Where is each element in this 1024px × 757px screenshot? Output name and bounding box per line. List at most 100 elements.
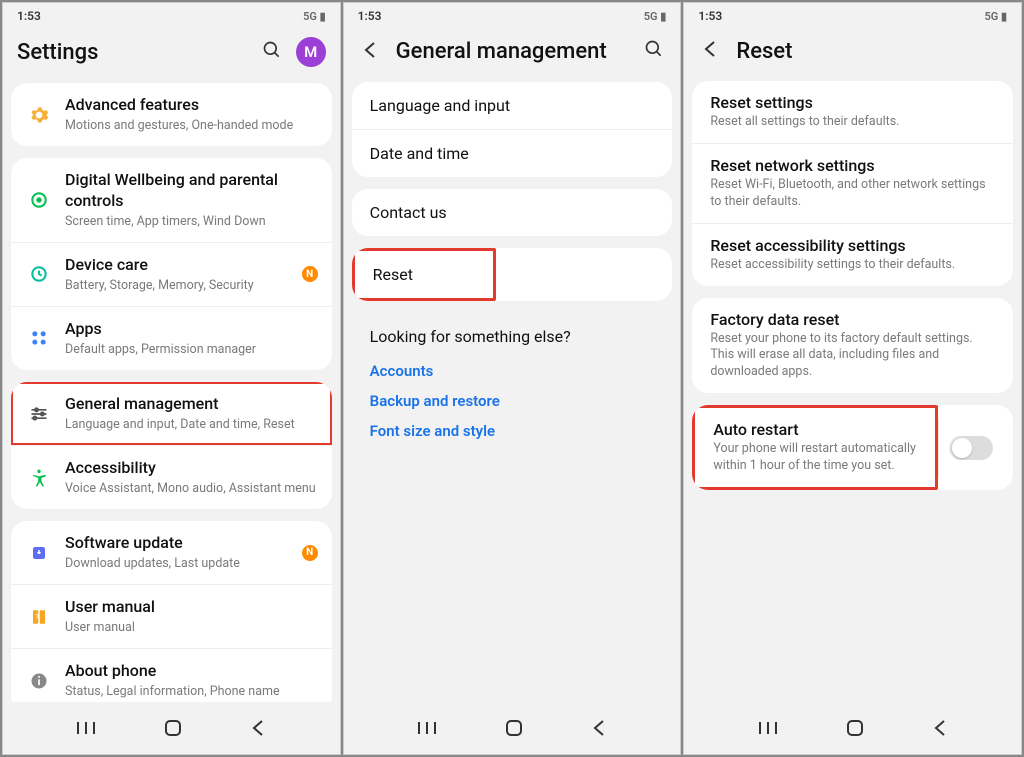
home-button[interactable] xyxy=(845,718,865,742)
item-subtitle: Status, Legal information, Phone name xyxy=(65,684,318,700)
page-title: General management xyxy=(396,39,631,64)
item-text: General managementLanguage and input, Da… xyxy=(65,394,318,433)
status-bar: 1:53 5G ▮ xyxy=(344,3,681,27)
menu-group: Language and inputDate and time xyxy=(352,82,673,177)
settings-item-digital-wellbeing-and-parental-controls[interactable]: Digital Wellbeing and parental controls S… xyxy=(11,158,332,242)
menu-item-reset[interactable]: Reset xyxy=(355,251,493,298)
status-time: 1:53 xyxy=(698,9,722,23)
reset-item-reset-settings[interactable]: Reset settingsReset all settings to thei… xyxy=(692,81,1013,143)
settings-group: Advanced featuresMotions and gestures, O… xyxy=(11,83,332,146)
notification-badge: N xyxy=(302,266,318,282)
settings-group: Software updateDownload updates, Last up… xyxy=(11,521,332,702)
item-title: Apps xyxy=(65,319,318,340)
reset-screen: 1:53 5G ▮ Reset Reset settingsReset all … xyxy=(683,2,1022,755)
section-title: Looking for something else? xyxy=(370,327,655,346)
info-icon xyxy=(25,671,53,691)
profile-avatar[interactable]: M xyxy=(296,37,326,67)
settings-item-accessibility[interactable]: AccessibilityVoice Assistant, Mono audio… xyxy=(11,445,332,509)
gear-icon xyxy=(25,105,53,125)
auto-restart-toggle[interactable] xyxy=(949,436,993,460)
menu-item-date-and-time[interactable]: Date and time xyxy=(352,129,673,177)
toggle-row: Auto restartYour phone will restart auto… xyxy=(692,405,1013,490)
item-title: Reset network settings xyxy=(710,156,995,175)
recents-button[interactable] xyxy=(417,720,437,740)
item-subtitle: Reset accessibility settings to their de… xyxy=(710,257,995,274)
item-text: About phoneStatus, Legal information, Ph… xyxy=(65,661,318,700)
nav-bar xyxy=(3,702,340,754)
toggle-wrap xyxy=(938,418,1013,478)
link-accounts[interactable]: Accounts xyxy=(370,356,655,386)
reset-header: Reset xyxy=(684,27,1021,81)
reset-item-reset-network-settings[interactable]: Reset network settings Reset Wi-Fi, Bluet… xyxy=(692,143,1013,223)
status-bar: 1:53 5G ▮ xyxy=(3,3,340,27)
gm-header: General management xyxy=(344,27,681,82)
item-subtitle: Default apps, Permission manager xyxy=(65,342,318,358)
menu-group: Reset xyxy=(352,248,673,301)
svg-text:?: ? xyxy=(35,612,39,621)
item-title: Device care xyxy=(65,255,296,276)
item-text: Digital Wellbeing and parental controls S… xyxy=(65,170,318,230)
item-subtitle: Motions and gestures, One-handed mode xyxy=(65,118,318,134)
back-button[interactable] xyxy=(932,718,948,742)
link-font-size-and-style[interactable]: Font size and style xyxy=(370,416,655,446)
back-button[interactable] xyxy=(250,718,266,742)
item-title: Factory data reset xyxy=(710,310,995,329)
page-title: Settings xyxy=(17,40,248,65)
item-subtitle: Reset your phone to its factory default … xyxy=(710,331,995,382)
back-icon[interactable] xyxy=(698,37,724,65)
item-title: Software update xyxy=(65,533,296,554)
item-text: Device care Battery, Storage, Memory, Sec… xyxy=(65,255,296,294)
item-subtitle: Language and input, Date and time, Reset xyxy=(65,417,318,433)
settings-screen: 1:53 5G ▮ Settings M Advanced featuresMo… xyxy=(2,2,341,755)
status-indicators: 5G ▮ xyxy=(303,10,326,23)
menu-item-language-and-input[interactable]: Language and input xyxy=(352,82,673,129)
settings-item-device-care[interactable]: Device care Battery, Storage, Memory, Sec… xyxy=(11,242,332,306)
settings-item-software-update[interactable]: Software updateDownload updates, Last up… xyxy=(11,521,332,584)
settings-item-about-phone[interactable]: About phoneStatus, Legal information, Ph… xyxy=(11,648,332,702)
status-indicators: 5G ▮ xyxy=(644,10,667,23)
item-title: Reset settings xyxy=(710,93,995,112)
sliders-icon xyxy=(25,404,53,424)
reset-item-reset-accessibility-settings[interactable]: Reset accessibility settingsReset access… xyxy=(692,223,1013,286)
menu-item-contact-us[interactable]: Contact us xyxy=(352,189,673,236)
home-button[interactable] xyxy=(163,718,183,742)
item-text: Apps Default apps, Permission manager xyxy=(65,319,318,358)
item-title: User manual xyxy=(65,597,318,618)
settings-item-advanced-features[interactable]: Advanced featuresMotions and gestures, O… xyxy=(11,83,332,146)
back-button[interactable] xyxy=(591,718,607,742)
settings-group: General managementLanguage and input, Da… xyxy=(11,382,332,509)
settings-item-general-management[interactable]: General managementLanguage and input, Da… xyxy=(11,382,332,445)
link-backup-and-restore[interactable]: Backup and restore xyxy=(370,386,655,416)
settings-item-user-manual[interactable]: ? User manual User manual xyxy=(11,584,332,648)
item-title: Digital Wellbeing and parental controls xyxy=(65,170,318,212)
item-subtitle: User manual xyxy=(65,620,318,636)
status-bar: 1:53 5G ▮ xyxy=(684,3,1021,27)
item-subtitle: Battery, Storage, Memory, Security xyxy=(65,278,296,294)
accessibility-icon xyxy=(25,468,53,488)
reset-group: Factory data reset Reset your phone to it… xyxy=(692,298,1013,394)
search-icon[interactable] xyxy=(260,38,284,67)
reset-item-factory-data-reset[interactable]: Factory data reset Reset your phone to it… xyxy=(692,298,1013,394)
settings-group: Digital Wellbeing and parental controls S… xyxy=(11,158,332,370)
settings-item-apps[interactable]: Apps Default apps, Permission manager xyxy=(11,306,332,370)
item-title: Accessibility xyxy=(65,458,318,479)
item-subtitle: Screen time, App timers, Wind Down xyxy=(65,214,318,230)
nav-bar xyxy=(344,702,681,754)
reset-group: Auto restartYour phone will restart auto… xyxy=(692,405,1013,490)
back-icon[interactable] xyxy=(358,38,384,66)
settings-header: Settings M xyxy=(3,27,340,83)
item-subtitle: Your phone will restart automatically wi… xyxy=(713,441,917,475)
item-text: Advanced featuresMotions and gestures, O… xyxy=(65,95,318,134)
looking-for-section: Looking for something else? AccountsBacku… xyxy=(352,313,673,452)
item-subtitle: Reset Wi-Fi, Bluetooth, and other networ… xyxy=(710,177,995,211)
nav-bar xyxy=(684,702,1021,754)
apps-icon xyxy=(25,328,53,348)
wellbeing-icon xyxy=(25,190,53,210)
home-button[interactable] xyxy=(504,718,524,742)
reset-item-auto-restart[interactable]: Auto restartYour phone will restart auto… xyxy=(692,405,938,490)
search-icon[interactable] xyxy=(642,37,666,66)
menu-group: Contact us xyxy=(352,189,673,236)
recents-button[interactable] xyxy=(758,720,778,740)
recents-button[interactable] xyxy=(76,720,96,740)
general-management-screen: 1:53 5G ▮ General management Language an… xyxy=(343,2,682,755)
